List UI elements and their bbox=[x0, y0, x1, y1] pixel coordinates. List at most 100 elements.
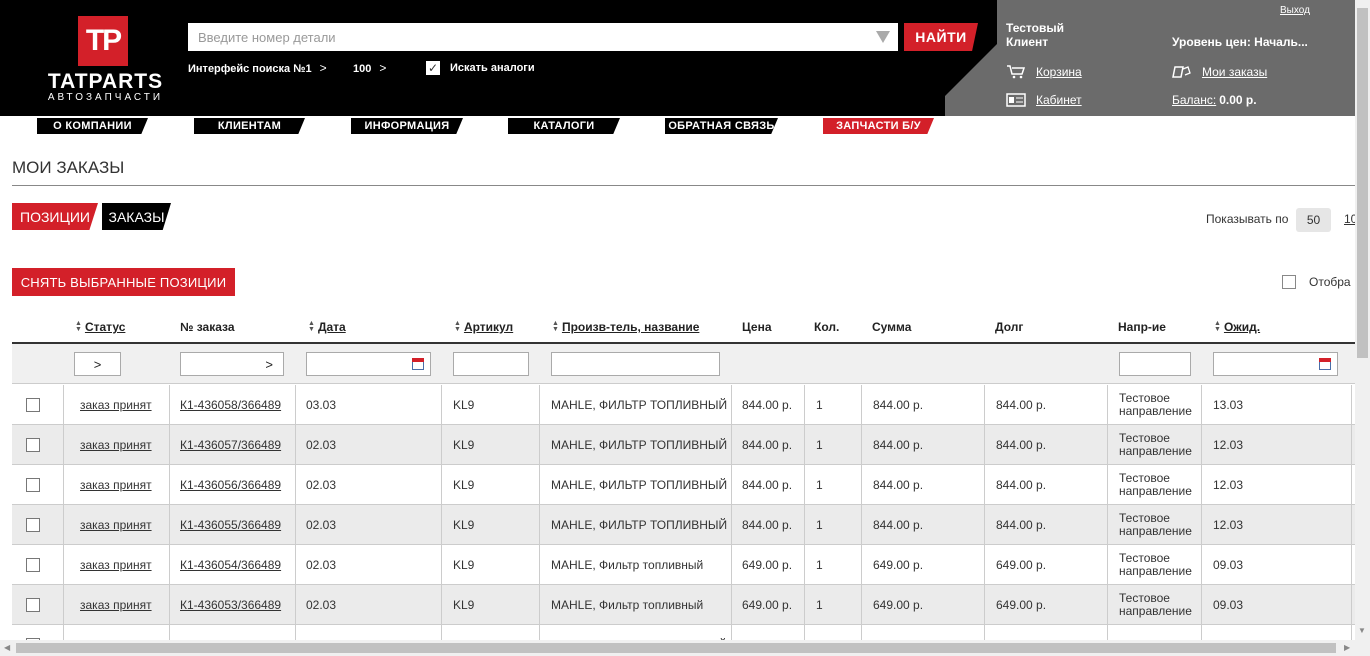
cell-price: 649.00 р. bbox=[742, 598, 793, 612]
column-divider bbox=[1107, 385, 1108, 425]
cell-status[interactable]: заказ принят bbox=[80, 585, 152, 625]
column-divider bbox=[731, 385, 732, 425]
cell-status[interactable]: заказ принят bbox=[80, 505, 152, 545]
logo[interactable]: TP TATPARTS АВТОЗАПЧАСТИ bbox=[38, 14, 173, 104]
col-status[interactable]: ▲ ▼ Статус bbox=[75, 312, 125, 342]
horizontal-scrollbar[interactable]: ◀ ▶ bbox=[0, 640, 1370, 656]
my-orders-link[interactable]: Мои заказы bbox=[1172, 65, 1267, 79]
cell-date: 02.03 bbox=[306, 558, 337, 572]
column-divider bbox=[804, 505, 805, 545]
unselect-positions-button[interactable]: СНЯТЬ ВЫБРАННЫЕ ПОЗИЦИИ bbox=[12, 268, 235, 296]
row-checkbox[interactable] bbox=[26, 438, 40, 452]
vertical-scroll-thumb[interactable] bbox=[1357, 8, 1368, 358]
cell-status[interactable]: заказ принят bbox=[80, 545, 152, 585]
balance-label[interactable]: Баланс: bbox=[1172, 93, 1216, 107]
calendar-icon[interactable] bbox=[1319, 358, 1331, 370]
cell-sum: 844.00 р. bbox=[873, 398, 924, 412]
column-divider bbox=[169, 585, 170, 625]
cell-order[interactable]: К1-436055/366489 bbox=[180, 505, 281, 545]
article-filter[interactable] bbox=[453, 352, 529, 376]
column-divider bbox=[861, 425, 862, 465]
search-input[interactable] bbox=[188, 23, 898, 51]
cell-order[interactable]: К1-436056/366489 bbox=[180, 465, 281, 505]
cart-link[interactable]: Корзина bbox=[1006, 65, 1082, 79]
row-checkbox[interactable] bbox=[26, 598, 40, 612]
row-checkbox[interactable] bbox=[26, 478, 40, 492]
column-divider bbox=[295, 425, 296, 465]
table-row: заказ принят К1-436056/366489 02.03 KL9 MAHL… bbox=[12, 465, 1355, 505]
tab-positions[interactable]: ПОЗИЦИИ bbox=[12, 203, 98, 230]
cell-name: MAHLE, Фильтр топливный bbox=[551, 558, 704, 572]
search-dropdown-icon[interactable] bbox=[876, 31, 890, 43]
result-count-select[interactable]: 100 > bbox=[353, 61, 386, 75]
cell-order[interactable]: К1-436054/366489 bbox=[180, 545, 281, 585]
cell-order[interactable]: К1-436057/366489 bbox=[180, 425, 281, 465]
column-divider bbox=[1107, 465, 1108, 505]
column-divider bbox=[63, 385, 64, 425]
column-divider bbox=[441, 425, 442, 465]
status-filter[interactable]: > bbox=[74, 352, 121, 376]
col-expected[interactable]: ▲ ▼ Ожид. bbox=[1214, 312, 1260, 342]
nav-feedback[interactable]: ОБРАТНАЯ СВЯЗЬ bbox=[665, 118, 778, 134]
cabinet-link[interactable]: Кабинет bbox=[1006, 93, 1082, 107]
show-by-50-button[interactable]: 50 bbox=[1296, 208, 1331, 232]
cell-status[interactable]: заказ принят bbox=[80, 385, 152, 425]
column-divider bbox=[1351, 425, 1352, 465]
nav-about[interactable]: О КОМПАНИИ bbox=[37, 118, 148, 134]
cell-qty: 1 bbox=[816, 558, 823, 572]
cell-status[interactable]: заказ принят bbox=[80, 465, 152, 505]
nav-used-parts[interactable]: ЗАПЧАСТИ Б/У bbox=[823, 118, 934, 134]
scroll-down-arrow-icon[interactable]: ▼ bbox=[1358, 626, 1366, 635]
vertical-scrollbar[interactable]: ▼ bbox=[1355, 0, 1370, 640]
cell-order[interactable]: К1-436053/366489 bbox=[180, 585, 281, 625]
cell-date: 02.03 bbox=[306, 438, 337, 452]
search-interface-select[interactable]: Интерфейс поиска №1 > bbox=[188, 61, 327, 75]
nav-catalogs[interactable]: КАТАЛОГИ bbox=[508, 118, 620, 134]
cell-status[interactable]: заказ принят bbox=[80, 425, 152, 465]
cell-debt: 649.00 р. bbox=[996, 558, 1047, 572]
logo-word: TATPARTS bbox=[47, 70, 164, 93]
analogs-checkbox[interactable]: ✓ bbox=[426, 61, 440, 75]
table-row: заказ принят К1-436055/366489 02.03 KL9 MAHL… bbox=[12, 505, 1355, 545]
cell-order[interactable]: К1-436058/366489 bbox=[180, 385, 281, 425]
manufacturer-filter[interactable] bbox=[551, 352, 720, 376]
analogs-toggle[interactable]: ✓ Искать аналоги bbox=[426, 61, 535, 75]
tab-orders[interactable]: ЗАКАЗЫ bbox=[102, 203, 171, 230]
nav-clients[interactable]: КЛИЕНТАМ bbox=[194, 118, 305, 134]
row-checkbox[interactable] bbox=[26, 558, 40, 572]
row-checkbox[interactable] bbox=[26, 518, 40, 532]
logout-link[interactable]: Выход bbox=[1280, 5, 1310, 16]
direction-filter[interactable] bbox=[1119, 352, 1191, 376]
display-checkbox[interactable] bbox=[1282, 275, 1296, 289]
cell-dir: Тестовое направление bbox=[1119, 551, 1192, 578]
scroll-right-arrow-icon[interactable]: ▶ bbox=[1344, 643, 1350, 652]
cell-price: 844.00 р. bbox=[742, 478, 793, 492]
date-filter[interactable] bbox=[306, 352, 431, 376]
expected-filter[interactable] bbox=[1213, 352, 1338, 376]
col-manufacturer[interactable]: ▲ ▼ Произв-тель, название bbox=[552, 312, 699, 342]
cell-price: 649.00 р. bbox=[742, 558, 793, 572]
scroll-left-arrow-icon[interactable]: ◀ bbox=[4, 643, 10, 652]
column-divider bbox=[169, 425, 170, 465]
filter-row: > > bbox=[12, 344, 1355, 384]
row-checkbox[interactable] bbox=[26, 398, 40, 412]
column-divider bbox=[539, 425, 540, 465]
cell-debt: 844.00 р. bbox=[996, 478, 1047, 492]
column-divider bbox=[804, 545, 805, 585]
col-date[interactable]: ▲ ▼ Дата bbox=[308, 312, 346, 342]
column-divider bbox=[1201, 425, 1202, 465]
page-title: МОИ ЗАКАЗЫ bbox=[12, 158, 125, 177]
col-article[interactable]: ▲ ▼ Артикул bbox=[454, 312, 513, 342]
nav-info[interactable]: ИНФОРМАЦИЯ bbox=[351, 118, 463, 134]
cell-debt: 844.00 р. bbox=[996, 438, 1047, 452]
horizontal-scroll-thumb[interactable] bbox=[16, 643, 1336, 653]
column-divider bbox=[1351, 505, 1352, 545]
search-button[interactable]: НАЙТИ bbox=[904, 23, 978, 51]
order-number-filter[interactable]: > bbox=[180, 352, 284, 376]
col-manufacturer-label: Произв-тель, название bbox=[561, 320, 700, 334]
cell-sum: 649.00 р. bbox=[873, 598, 924, 612]
column-divider bbox=[169, 385, 170, 425]
cell-sum: 844.00 р. bbox=[873, 518, 924, 532]
calendar-icon[interactable] bbox=[412, 358, 424, 370]
cell-price: 844.00 р. bbox=[742, 398, 793, 412]
